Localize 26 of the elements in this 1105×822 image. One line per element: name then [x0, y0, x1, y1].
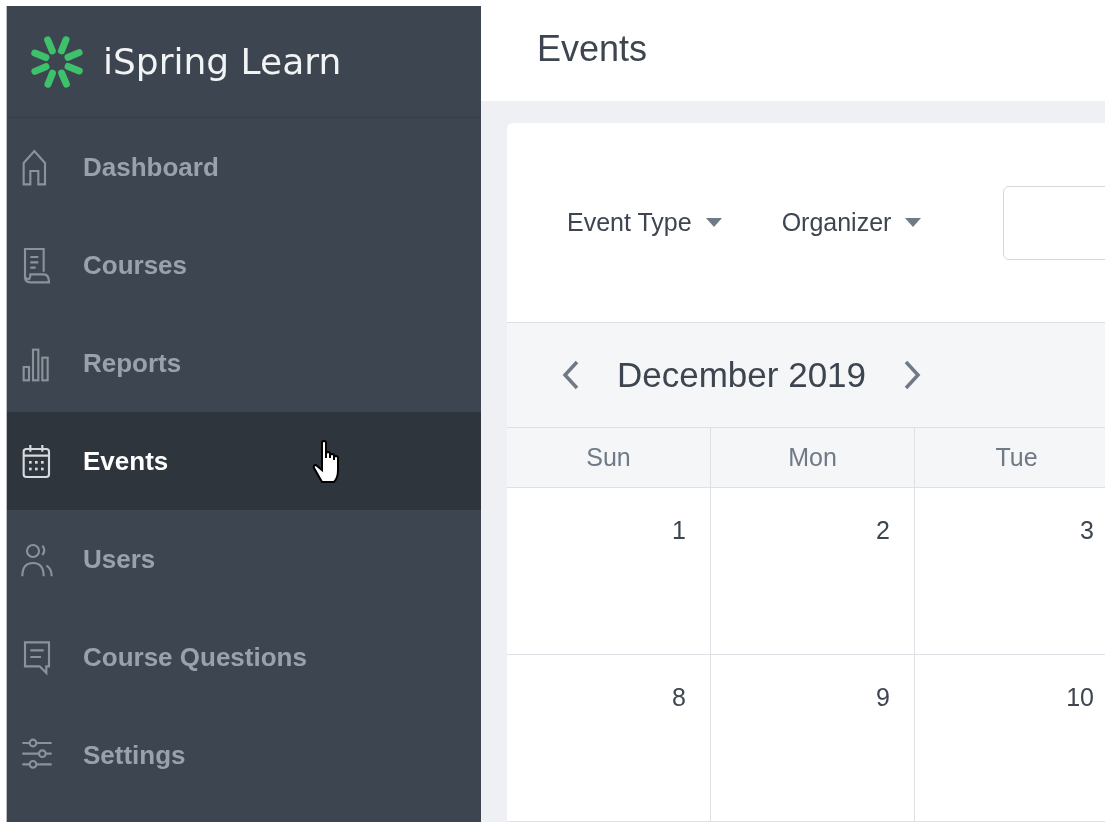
app-name: iSpring Learn	[103, 41, 342, 82]
sidebar-item[interactable]: Course Questions	[7, 608, 481, 706]
logo-icon	[29, 33, 85, 90]
sidebar-item[interactable]: Settings	[7, 706, 481, 804]
filter-dropdown[interactable]: Organizer	[781, 208, 922, 237]
sidebar-item[interactable]: Courses	[7, 216, 481, 314]
sidebar-item[interactable]: Dashboard	[7, 118, 481, 216]
sidebar-item[interactable]: Events	[7, 412, 481, 510]
day-number: 10	[1066, 683, 1094, 712]
search-field[interactable]	[1003, 185, 1105, 260]
day-number: 2	[876, 516, 890, 545]
weekday-label: Mon	[788, 443, 837, 472]
weekday-label: Sun	[586, 443, 631, 472]
day-number: 9	[876, 683, 890, 712]
month-title: December 2019	[617, 355, 867, 395]
caret-icon	[905, 218, 922, 227]
page-title: Events	[537, 28, 648, 70]
courses-icon	[21, 245, 53, 285]
filter-dropdown[interactable]: Event Type	[567, 208, 722, 237]
weekday-label: Tue	[995, 443, 1038, 472]
sidebar-item[interactable]: Reports	[7, 314, 481, 412]
day-number: 3	[1080, 516, 1094, 545]
day-number: 8	[672, 683, 686, 712]
day-number: 1	[672, 516, 686, 545]
sidebar-item[interactable]: Users	[7, 510, 481, 608]
caret-icon	[705, 218, 722, 227]
